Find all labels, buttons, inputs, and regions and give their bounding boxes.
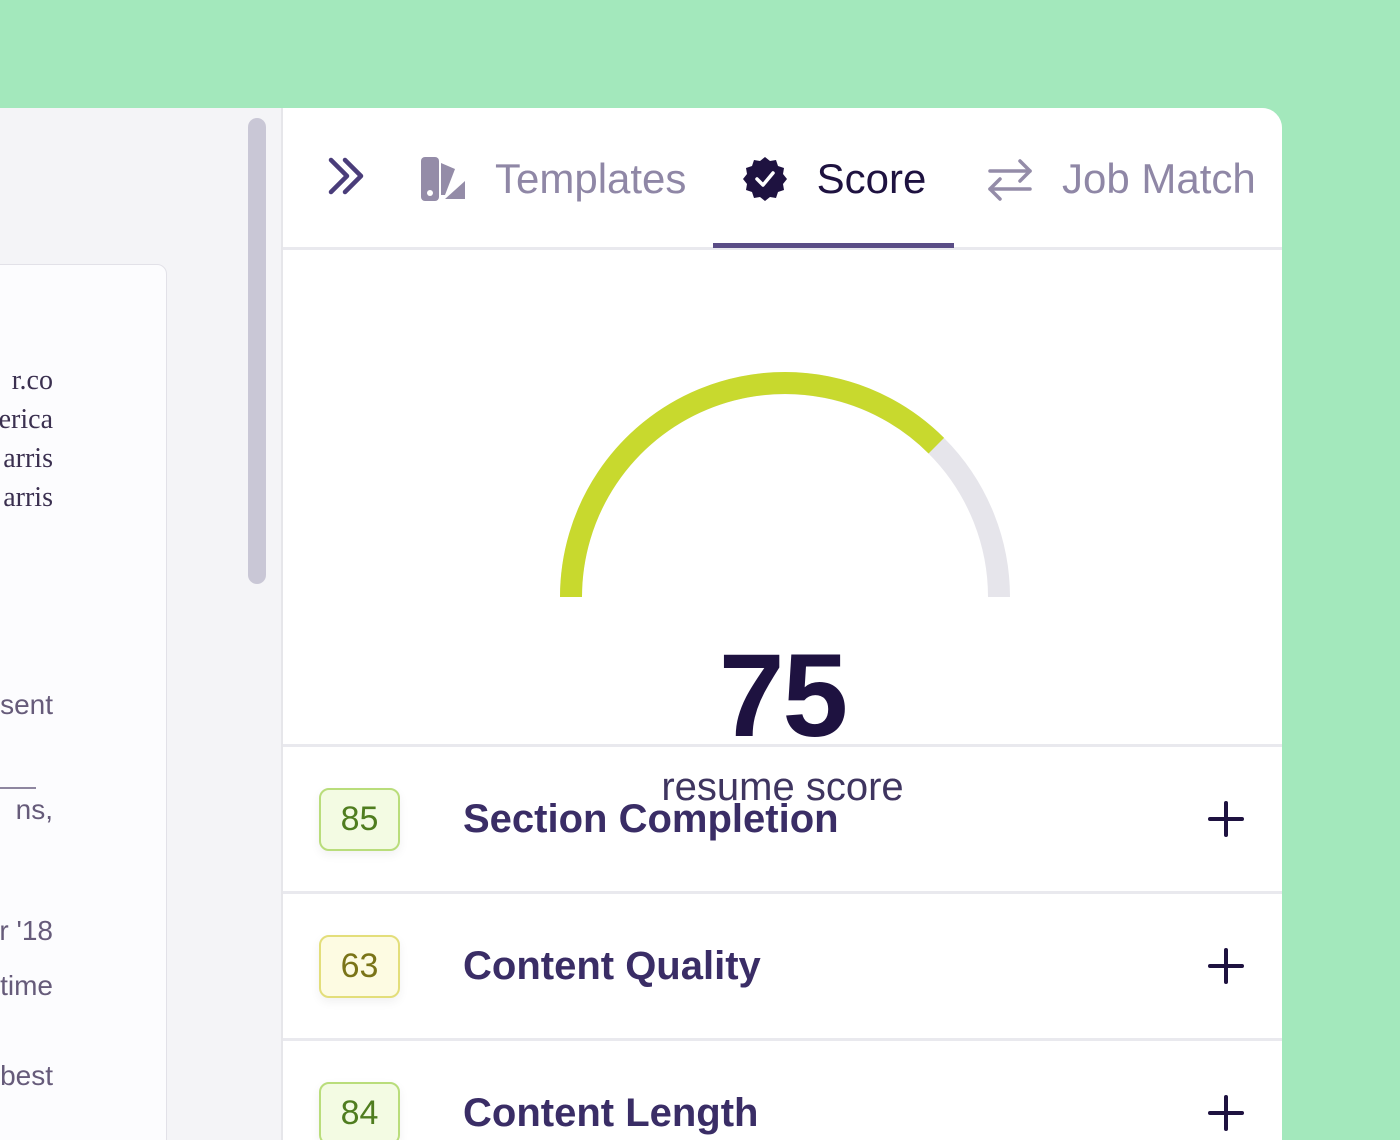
resume-text-line: r '18 [0,915,53,946]
collapse-panel-button[interactable] [325,154,369,198]
resume-text-line: e best [0,1060,53,1091]
verified-badge-icon [741,155,789,203]
resume-text-line: ns, [15,794,53,825]
resume-text-line: r.co [11,365,53,396]
expand-plus-icon[interactable] [1208,948,1244,984]
resume-text-line: arris [3,443,53,474]
tab-job-match[interactable]: Job Match [986,108,1256,250]
score-badge: 85 [319,787,400,851]
editor-scrollbar[interactable] [248,118,266,584]
resume-document-preview[interactable]: r.co erica arris arris sent ns, r '18 n … [0,264,167,1140]
templates-swatch-icon [419,155,467,203]
resume-text-line: n time [0,970,53,1001]
double-chevron-right-icon [328,157,364,195]
tab-job-match-label: Job Match [1062,155,1256,202]
section-divider [0,787,36,789]
tab-score[interactable]: Score [713,108,954,250]
panel-tab-bar: Templates Score Job Match [283,108,1282,250]
tab-templates[interactable]: Templates [419,108,686,250]
resume-text-line: arris [3,482,53,513]
resume-text-line: erica [0,404,53,435]
score-badge: 63 [319,934,400,998]
score-badge: 84 [319,1081,400,1140]
resume-text-line: sent [0,689,53,720]
app-window: r.co erica arris arris sent ns, r '18 n … [0,108,1282,1140]
score-row-content-quality[interactable]: 63 Content Quality [283,891,1282,1038]
score-row-content-length[interactable]: 84 Content Length [283,1038,1282,1140]
score-gauge-section: 75 resume score [283,253,1282,809]
score-panel: Templates Score Job Match 75 resume scor… [281,108,1282,1140]
score-row-section-completion[interactable]: 85 Section Completion [283,744,1282,891]
score-gauge [560,372,1010,598]
resume-editor-pane: r.co erica arris arris sent ns, r '18 n … [0,108,281,1140]
score-row-title: Content Length [463,1090,759,1135]
tab-templates-label: Templates [495,155,687,202]
tab-score-label: Score [816,155,927,202]
expand-plus-icon[interactable] [1208,801,1244,837]
expand-plus-icon[interactable] [1208,1095,1244,1131]
score-row-title: Content Quality [463,943,761,988]
score-breakdown-list: 85 Section Completion 63 Content Quality… [283,744,1282,1140]
score-row-title: Section Completion [463,796,839,841]
active-tab-indicator [713,243,954,248]
swap-arrows-icon [986,155,1034,203]
